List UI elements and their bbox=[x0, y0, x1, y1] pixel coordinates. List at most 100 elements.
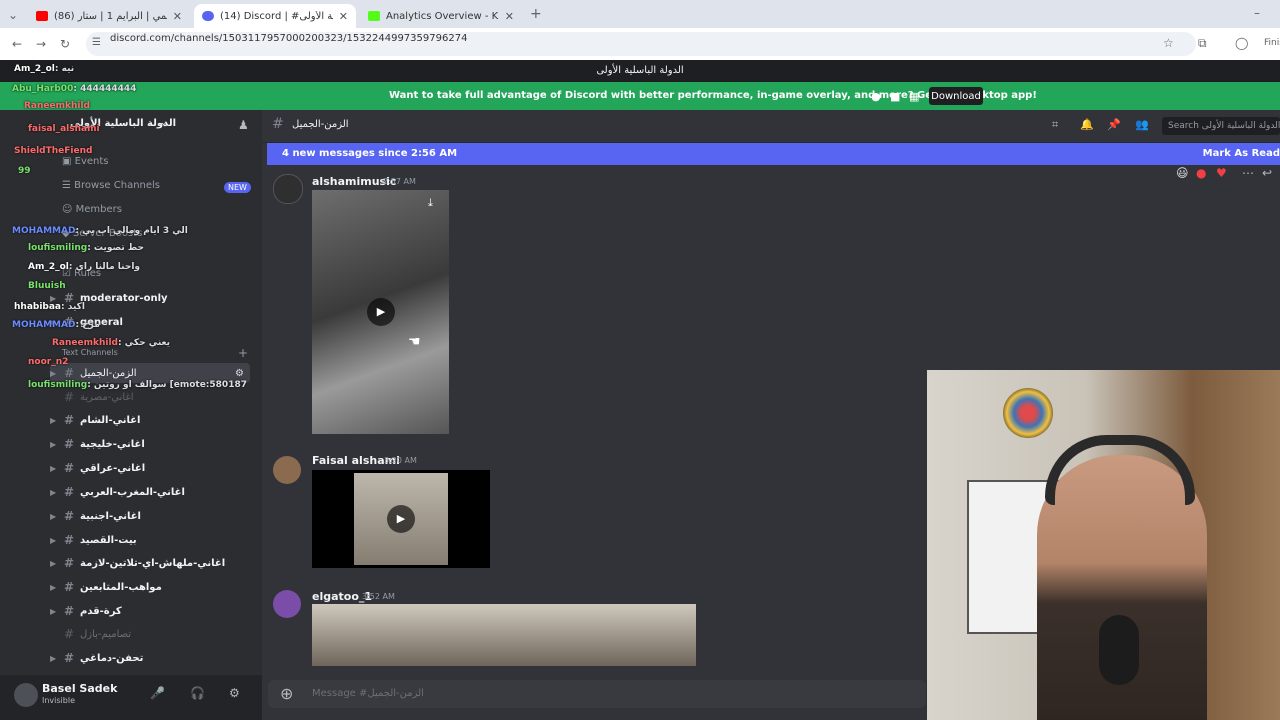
username[interactable]: Basel Sadek bbox=[42, 682, 117, 695]
hash-icon: # bbox=[64, 627, 75, 641]
avatar[interactable] bbox=[14, 683, 38, 707]
tab-kick-analytics[interactable]: Analytics Overview - Kick Dashboard ✕ bbox=[360, 4, 522, 28]
site-info-icon[interactable]: ☰ bbox=[92, 37, 101, 48]
menu-events[interactable]: ▣ Events bbox=[62, 156, 109, 167]
channel-item[interactable]: ▶ # كرة-قدم bbox=[50, 601, 250, 621]
avatar[interactable] bbox=[273, 174, 303, 204]
create-channel-icon[interactable]: + bbox=[238, 346, 248, 360]
extensions-icon[interactable]: ⧉ bbox=[1198, 36, 1207, 51]
add-attachment-icon[interactable]: ⊕ bbox=[280, 684, 293, 703]
menu-members[interactable]: ☺ Members bbox=[62, 204, 122, 215]
chevron-right-icon: ▶ bbox=[50, 487, 57, 497]
hash-icon: # bbox=[64, 533, 75, 547]
hash-icon: # bbox=[64, 556, 75, 570]
play-icon[interactable]: ▶ bbox=[367, 298, 395, 326]
hash-icon: # bbox=[64, 413, 75, 427]
calendar-icon: ▣ bbox=[62, 156, 75, 167]
new-messages-bar[interactable]: 4 new messages since 2:56 AM Mark As Rea… bbox=[267, 143, 1280, 165]
channel-item[interactable]: ▶ # بيت-القصيد bbox=[50, 530, 250, 550]
invite-member-icon[interactable]: ♟ bbox=[238, 118, 249, 132]
search-input[interactable]: Search الدولة الباسلية الأولى bbox=[1162, 117, 1280, 135]
chevron-right-icon: ▶ bbox=[50, 582, 57, 592]
download-icon[interactable]: ⤓ bbox=[428, 196, 433, 210]
hand-cursor-icon: ☚ bbox=[408, 334, 421, 350]
channel-item[interactable]: ▶ # اغاني-عراقي bbox=[50, 458, 250, 478]
profile-label[interactable]: Finis bbox=[1264, 38, 1280, 48]
settings-gear-icon[interactable]: ⚙ bbox=[229, 686, 240, 700]
channel-item[interactable]: ▶ # اغاني-خليجية bbox=[50, 434, 250, 454]
download-button[interactable]: Download bbox=[929, 87, 983, 105]
tab-title: Analytics Overview - Kick Dashboard bbox=[386, 10, 499, 22]
member-list-icon[interactable]: 👥 bbox=[1135, 118, 1149, 131]
user-panel bbox=[0, 675, 262, 720]
user-status: Invisible bbox=[42, 696, 75, 705]
category-text-channels[interactable]: Text Channels bbox=[62, 348, 118, 357]
menu-browse-channels[interactable]: ☰ Browse Channels bbox=[62, 180, 160, 191]
hash-icon: # bbox=[64, 390, 75, 404]
minimize-icon[interactable]: – bbox=[1254, 6, 1260, 20]
chat-overlay-line: 99 bbox=[18, 166, 31, 176]
close-icon[interactable]: ✕ bbox=[173, 10, 182, 23]
channel-item[interactable]: # تصاميم-بازل bbox=[50, 624, 250, 644]
channel-item[interactable]: ▶ # اغاني-اجنبية bbox=[50, 506, 250, 526]
hash-icon: # bbox=[272, 116, 284, 132]
channel-item[interactable]: ▶ # تحفن-دماغي bbox=[50, 648, 250, 668]
browser-tab-strip: ⌄ (86) ستار أكاديمي | البرايم 1 | ستار .… bbox=[0, 0, 1280, 28]
chevron-right-icon: ▶ bbox=[50, 511, 57, 521]
mark-as-read-button[interactable]: Mark As Read bbox=[1203, 148, 1280, 159]
tab-title: (86) ستار أكاديمي | البرايم 1 | ستار ... bbox=[54, 10, 167, 22]
chat-overlay-line: ShieldTheFiend bbox=[14, 146, 93, 156]
chat-overlay-line: loufismiling: سوالف او روتين [emote:5801… bbox=[28, 380, 247, 390]
mute-microphone-icon[interactable]: 🎤 bbox=[150, 686, 165, 700]
chevron-right-icon: ▶ bbox=[50, 415, 57, 425]
tab-discord[interactable]: (14) Discord | #الزمن-الجميل | الدولة ال… bbox=[194, 4, 356, 28]
channel-settings-icon[interactable]: ⚙ bbox=[235, 368, 244, 379]
image-attachment[interactable] bbox=[312, 604, 696, 666]
channel-item[interactable]: # اغاني-مصرية bbox=[50, 387, 250, 407]
message-time: 3:52 AM bbox=[362, 592, 395, 601]
video-attachment[interactable]: ⤓ ▶ bbox=[312, 190, 449, 434]
pin-icon[interactable]: 📌 bbox=[1107, 118, 1121, 131]
headphones-icon[interactable]: 🎧 bbox=[190, 686, 205, 700]
url-text[interactable]: discord.com/channels/1503117957000200323… bbox=[110, 33, 467, 44]
reaction-icon[interactable]: ● bbox=[1196, 166, 1206, 180]
chat-overlay-line: loufismiling: حط تصويت bbox=[28, 243, 144, 253]
reaction-icon[interactable]: ♥ bbox=[1216, 166, 1227, 180]
bell-icon[interactable]: 🔔 bbox=[1080, 118, 1094, 131]
chat-overlay-line: noor_n2 bbox=[28, 357, 69, 367]
apple-icon: ● bbox=[871, 90, 881, 103]
chevron-right-icon: ▶ bbox=[50, 439, 57, 449]
hash-icon: # bbox=[64, 651, 75, 665]
tab-star-academy[interactable]: (86) ستار أكاديمي | البرايم 1 | ستار ...… bbox=[28, 4, 190, 28]
video-attachment[interactable]: ▶ bbox=[312, 470, 490, 568]
hash-icon: # bbox=[64, 509, 75, 523]
play-icon[interactable]: ▶ bbox=[387, 505, 415, 533]
threads-icon[interactable]: ⌗ bbox=[1052, 118, 1058, 132]
window-title-text: الدولة الباسلية الأولى bbox=[596, 65, 684, 76]
reaction-icon[interactable]: 😃 bbox=[1176, 166, 1189, 180]
profile-icon[interactable]: ◯ bbox=[1235, 36, 1248, 50]
avatar[interactable] bbox=[273, 590, 301, 618]
avatar[interactable] bbox=[273, 456, 301, 484]
reply-icon[interactable]: ↩ bbox=[1262, 166, 1272, 180]
reload-icon[interactable]: ↻ bbox=[60, 37, 70, 51]
new-tab-icon[interactable]: + bbox=[530, 6, 542, 22]
channel-item[interactable]: ▶ # اغاني-ملهاش-اي-تلاتين-لازمة bbox=[50, 553, 250, 573]
message-placeholder[interactable]: Message #الزمن-الجميل bbox=[312, 688, 424, 699]
channel-item[interactable]: ▶ # اغاني-المغرب-العربي bbox=[50, 482, 250, 502]
more-icon[interactable]: ⋯ bbox=[1242, 166, 1254, 180]
chat-overlay-line: Raneemkhild bbox=[24, 101, 91, 111]
tab-title: (14) Discord | #الزمن-الجميل | الدولة ال… bbox=[220, 10, 333, 22]
chevron-right-icon: ▶ bbox=[50, 535, 57, 545]
chat-overlay-line: faisal_alshami bbox=[28, 124, 100, 134]
tab-search-icon[interactable]: ⌄ bbox=[8, 8, 18, 22]
forward-icon[interactable]: → bbox=[36, 37, 46, 51]
bookmark-star-icon[interactable]: ☆ bbox=[1163, 36, 1174, 50]
close-icon[interactable]: ✕ bbox=[339, 10, 348, 23]
back-icon[interactable]: ← bbox=[12, 37, 22, 51]
chevron-down-icon[interactable]: ⌄ bbox=[160, 118, 168, 128]
channel-item[interactable]: ▶ # مواهب-المتابعين bbox=[50, 577, 250, 597]
close-icon[interactable]: ✕ bbox=[505, 10, 514, 23]
hash-icon: # bbox=[64, 485, 75, 499]
channel-item[interactable]: ▶ # اغاني-الشام bbox=[50, 410, 250, 430]
